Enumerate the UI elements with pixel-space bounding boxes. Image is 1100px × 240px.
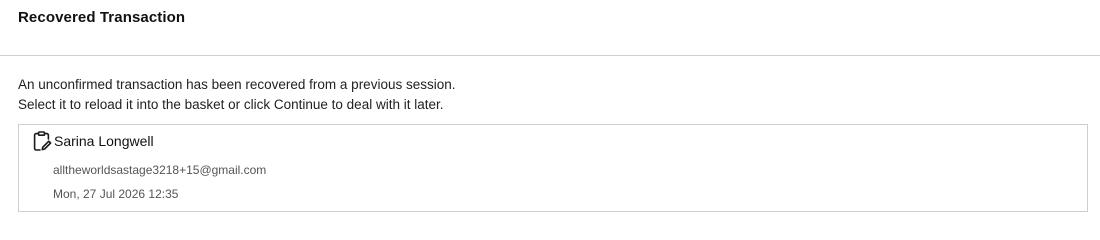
- recovered-transaction-item[interactable]: Sarina Longwell alltheworldsastage3218+1…: [18, 124, 1088, 212]
- dialog-message: An unconfirmed transaction has been reco…: [18, 75, 1088, 115]
- message-line-1: An unconfirmed transaction has been reco…: [18, 77, 456, 92]
- dialog-header: Recovered Transaction: [0, 0, 1100, 56]
- transaction-datetime: Mon, 27 Jul 2026 12:35: [53, 187, 179, 201]
- clipboard-edit-icon: [32, 130, 52, 152]
- dialog-title: Recovered Transaction: [18, 9, 186, 26]
- message-line-2: Select it to reload it into the basket o…: [18, 97, 444, 112]
- customer-name: Sarina Longwell: [54, 133, 154, 149]
- customer-email: alltheworldsastage3218+15@gmail.com: [53, 163, 267, 177]
